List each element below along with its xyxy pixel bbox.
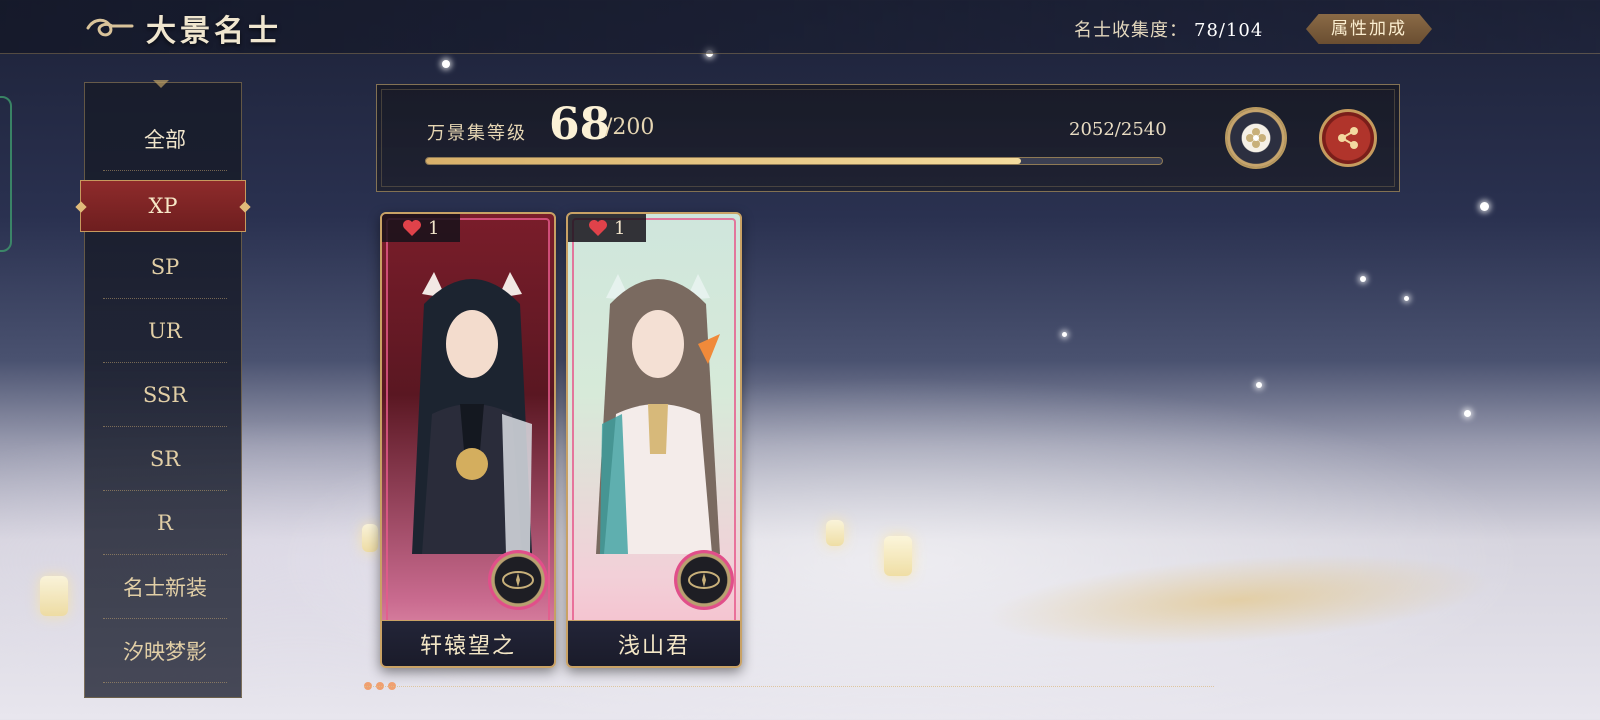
share-icon [1338,127,1358,149]
sidebar-item-dream-shadow[interactable]: 汐映梦影 [103,619,227,683]
level-progress-fill [426,158,1021,164]
collection-label: 名士收集度： [1074,20,1188,41]
sidebar-item-all[interactable]: 全部 [103,107,227,171]
divider-line [364,686,1214,687]
sidebar-item-r[interactable]: R [103,491,227,555]
cloud-back-icon [86,18,134,37]
collection-progress: 名士收集度： 78/104 [1074,16,1263,42]
affection-count: 1 [428,217,440,239]
compass-badge-icon [674,550,734,610]
character-card[interactable]: 1 轩辕望之 [380,212,556,668]
character-portrait [596,274,720,554]
character-name: 轩辕望之 [382,620,554,666]
flower-icon [1246,128,1266,148]
sidebar-item-xp[interactable]: XP [80,180,246,232]
lantern-decoration [362,524,378,552]
character-card[interactable]: 1 浅山君 [566,212,742,668]
category-sidebar: 全部 SP UR SSR SR R 名士新装 汐映梦影 [84,82,242,698]
level-progress-bar [425,157,1163,165]
affection-badge: 1 [568,214,646,242]
sidebar-notch-ornament [153,80,169,90]
heart-icon [403,220,421,236]
sidebar-item-new-outfits[interactable]: 名士新装 [103,555,227,619]
affection-badge: 1 [382,214,460,242]
character-name: 浅山君 [568,620,740,666]
sidebar-item-sp[interactable]: SP [103,235,227,299]
page-title: 大景名士 [146,14,282,49]
sidebar-item-ssr[interactable]: SSR [103,363,227,427]
lantern-decoration [884,536,912,576]
affection-count: 1 [614,217,626,239]
lantern-decoration [826,520,844,546]
collection-level-panel: 万景集等级 68 /200 2052/2540 [376,84,1400,192]
level-value: 68 [549,99,611,150]
share-button[interactable] [1319,109,1377,167]
level-label: 万景集等级 [427,123,527,144]
rewards-button[interactable] [1225,107,1287,169]
sidebar-item-ur[interactable]: UR [103,299,227,363]
compass-badge-icon [488,550,548,610]
left-edge-tab[interactable] [0,96,12,252]
level-max: /200 [605,115,655,140]
back-button[interactable] [84,10,136,44]
header-bar: 大景名士 名士收集度： 78/104 属性加成 [0,0,1600,54]
sidebar-item-sr[interactable]: SR [103,427,227,491]
character-portrait [412,272,532,554]
attribute-bonus-button[interactable]: 属性加成 [1306,14,1432,44]
exp-progress-text: 2052/2540 [1069,119,1167,140]
lantern-decoration [40,576,68,616]
collection-value: 78/104 [1194,20,1264,41]
heart-icon [589,220,607,236]
